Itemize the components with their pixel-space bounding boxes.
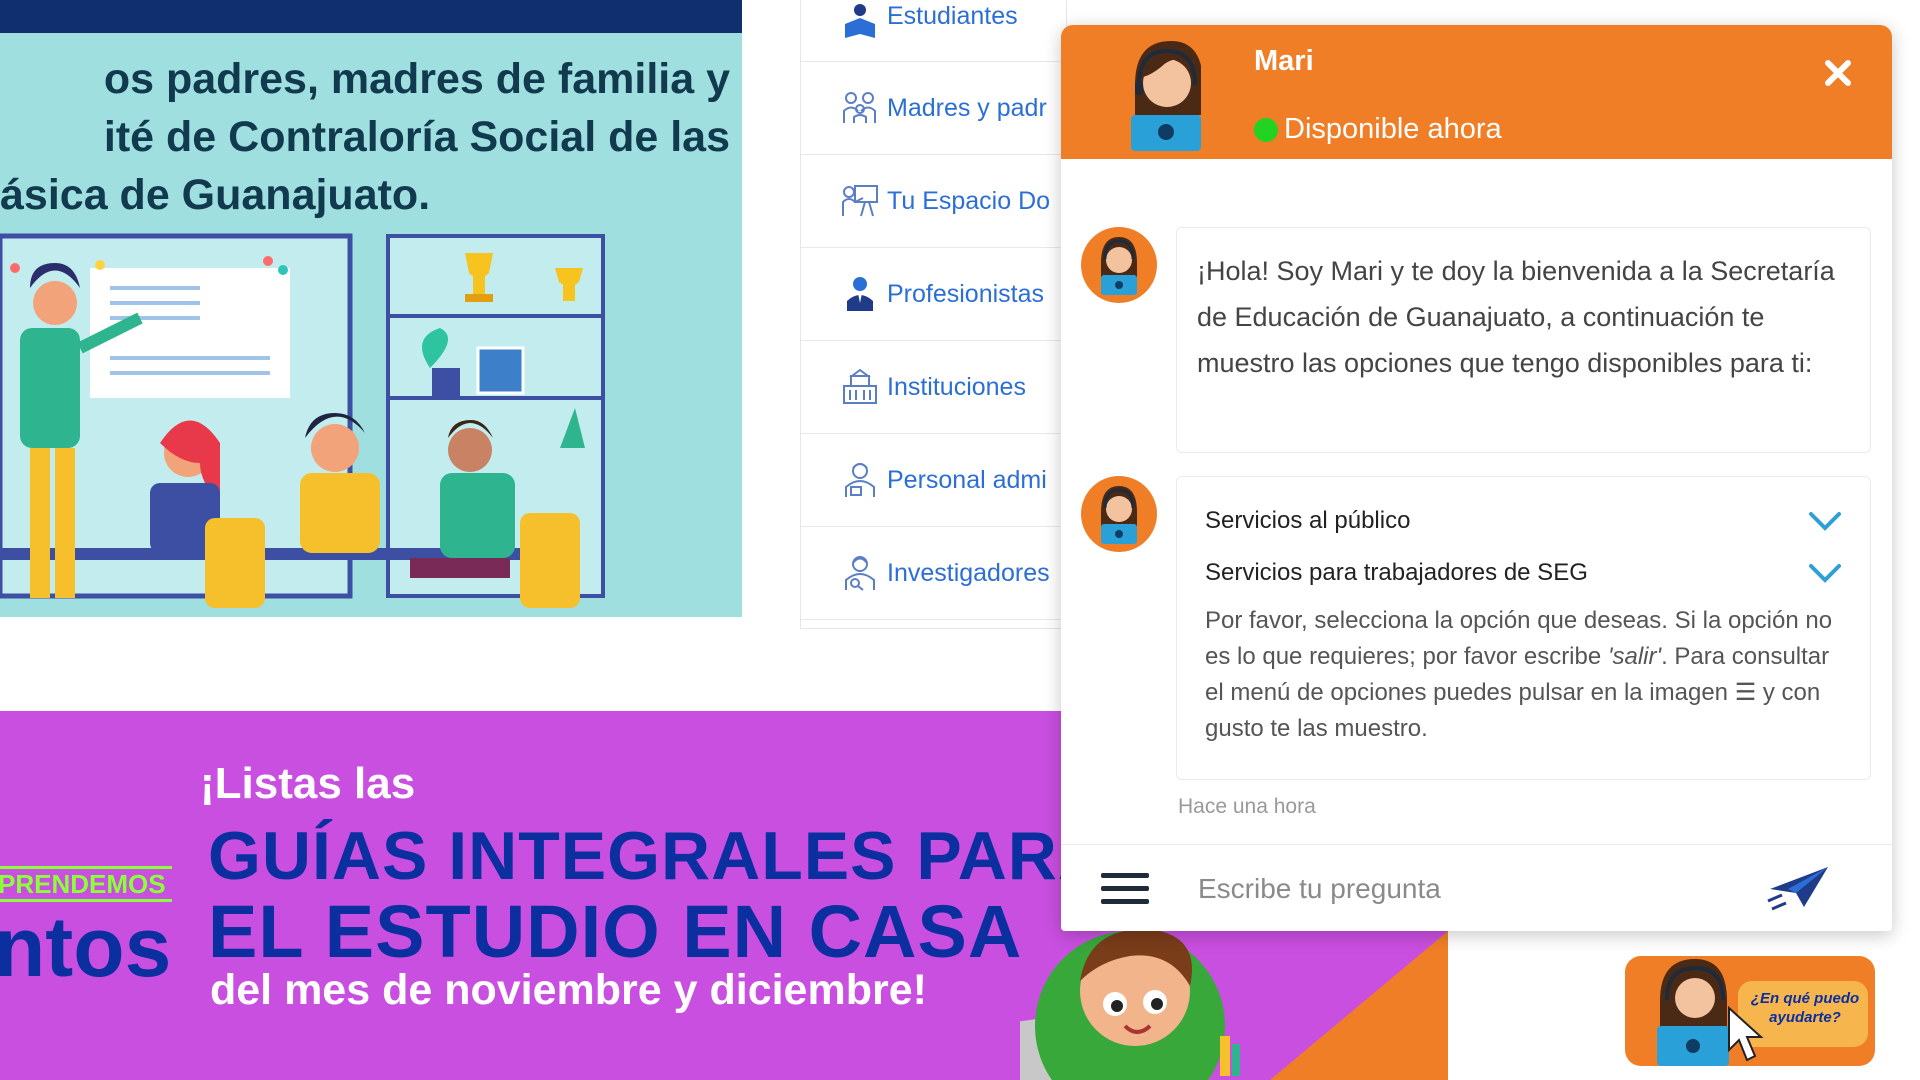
hero-banner: os padres, madres de familia y ité de Co…	[0, 0, 742, 617]
salir-keyword: 'salir'	[1607, 643, 1662, 670]
promo-headline-1: GUÍAS INTEGRALES PARA	[208, 818, 1109, 894]
promo-subtitle: del mes de noviembre y diciembre!	[210, 966, 927, 1014]
promo-small-title: ¡Listas las	[200, 759, 416, 808]
nav-label: Personal admi	[887, 465, 1047, 494]
nav-item-profesionistas[interactable]: Profesionistas	[801, 248, 1066, 341]
send-icon[interactable]	[1764, 863, 1834, 913]
promo-headline-2: EL ESTUDIO EN CASA	[208, 890, 1023, 973]
chevron-down-icon	[1809, 512, 1841, 531]
classroom-illustration	[0, 233, 605, 608]
nav-item-espacio-docente[interactable]: Tu Espacio Do	[801, 155, 1066, 248]
chevron-down-icon	[1809, 564, 1841, 583]
nav-label: Estudiantes	[887, 2, 1018, 30]
agent-status-text: Disponible ahora	[1284, 113, 1502, 145]
message-timestamp: Hace una hora	[1178, 795, 1316, 818]
agent-avatar-icon	[1131, 41, 1201, 151]
chat-header: Mari Disponible ahora	[1061, 25, 1892, 159]
chat-input-bar	[1061, 844, 1892, 931]
family-icon	[843, 92, 876, 123]
nav-label: Investigadores	[887, 558, 1050, 587]
nav-item-investigadores[interactable]: Investigadores	[801, 527, 1066, 620]
close-icon	[1825, 60, 1851, 86]
chatbot-window: Mari Disponible ahora ¡Hola! Soy Mari y …	[1061, 25, 1892, 931]
welcome-message: ¡Hola! Soy Mari y te doy la bienvenida a…	[1176, 227, 1871, 453]
audience-nav: Estudiantes Madres y padr Tu Espacio Do …	[800, 0, 1067, 629]
option-label: Servicios para trabajadores de SEG	[1205, 559, 1588, 586]
agent-status: Disponible ahora	[1254, 113, 1502, 146]
hero-line-2: ité de Contraloría Social de las	[103, 113, 730, 161]
kid-with-laptop-illustration	[1020, 929, 1240, 1080]
bot-avatar-icon	[1081, 476, 1157, 552]
promo-logo-fragment: ntos	[0, 900, 172, 994]
bot-avatar-icon	[1081, 227, 1157, 303]
nav-item-instituciones[interactable]: Instituciones	[801, 341, 1066, 434]
menu-hamburger-icon[interactable]	[1101, 873, 1149, 907]
admin-staff-icon	[845, 463, 875, 497]
question-input[interactable]	[1196, 863, 1760, 915]
hero-line-3: ásica de Guanajuato.	[0, 171, 431, 219]
close-chat-button[interactable]	[1818, 53, 1858, 93]
online-status-icon	[1254, 117, 1278, 142]
aprendemos-logo-text: PRENDEMOS	[0, 866, 172, 902]
nav-item-personal-administrativo[interactable]: Personal admi	[801, 434, 1066, 527]
mouse-cursor-icon	[1728, 1006, 1764, 1062]
agent-name: Mari	[1254, 45, 1314, 77]
options-message: Servicios al público Servicios para trab…	[1176, 476, 1871, 780]
hero-top-bar	[0, 0, 742, 33]
student-reading-icon	[845, 4, 875, 38]
help-launcher-button[interactable]: ¿En qué puedo ayudarte?	[1625, 956, 1875, 1066]
chat-messages[interactable]: ¡Hola! Soy Mari y te doy la bienvenida a…	[1061, 159, 1892, 847]
nav-label: Profesionistas	[887, 279, 1045, 308]
option-label: Servicios al público	[1205, 507, 1411, 534]
nav-item-estudiantes[interactable]: Estudiantes	[801, 0, 1066, 62]
nav-item-madres-padres[interactable]: Madres y padr	[801, 62, 1066, 155]
nav-label: Madres y padr	[887, 93, 1047, 122]
researcher-icon	[845, 556, 875, 591]
institution-building-icon	[843, 368, 877, 404]
nav-label: Tu Espacio Do	[887, 186, 1051, 215]
option-servicios-publico[interactable]: Servicios al público	[1205, 495, 1842, 547]
professional-person-icon	[847, 277, 873, 311]
hero-text: os padres, madres de familia y ité de Co…	[0, 50, 730, 224]
option-servicios-trabajadores[interactable]: Servicios para trabajadores de SEG	[1205, 547, 1842, 599]
instruction-text: Por favor, selecciona la opción que dese…	[1205, 603, 1842, 747]
teacher-board-icon	[842, 185, 878, 217]
nav-label: Instituciones	[887, 372, 1026, 401]
hero-line-1: os padres, madres de familia y	[103, 55, 730, 103]
